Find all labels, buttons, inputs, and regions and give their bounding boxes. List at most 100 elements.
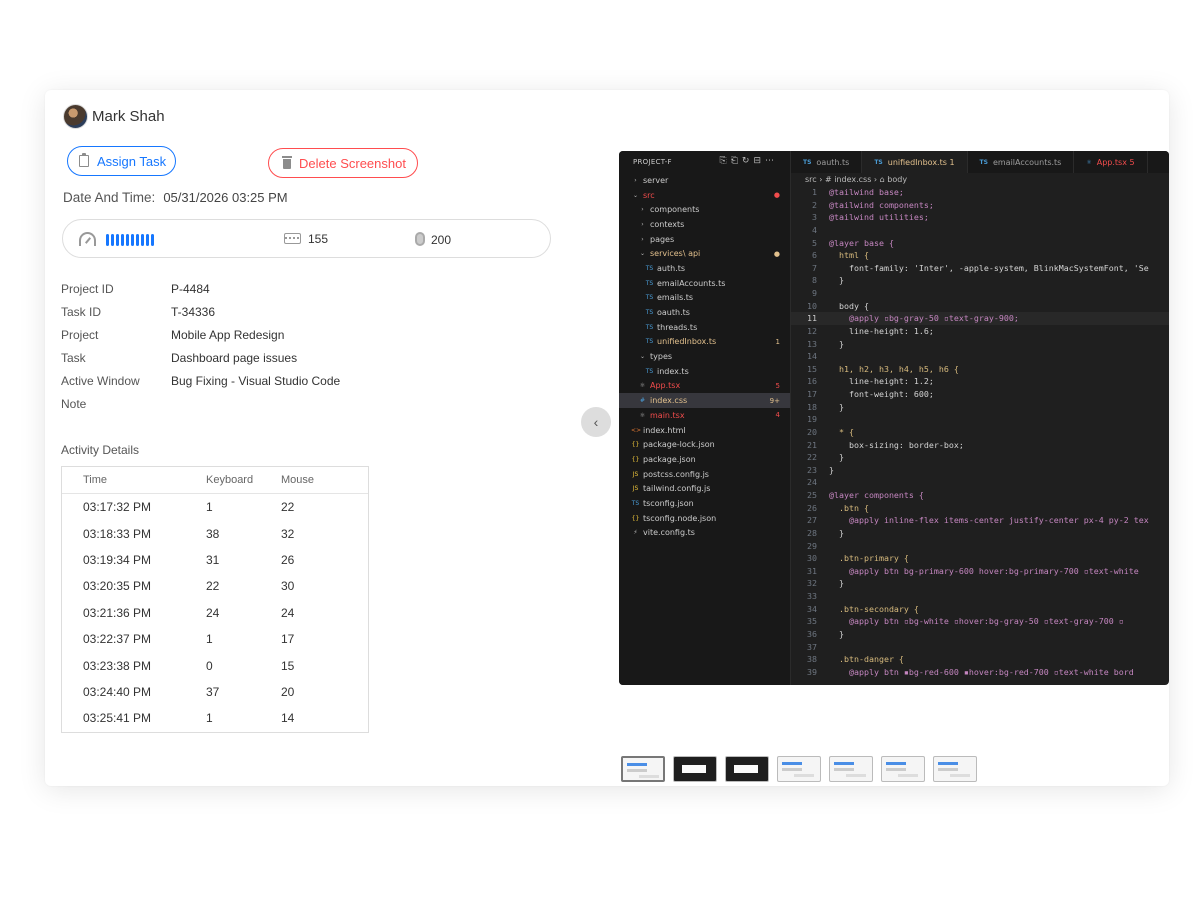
code-line: 19 [791,413,1169,426]
mouse-count: 200 [431,233,452,247]
activity-bar [136,234,139,246]
activity-bar [141,234,144,246]
line-number: 4 [812,224,817,235]
editor-tabs: TS oauth.ts TS unifiedInbox.ts 1 TS emailAcco… [791,151,1169,173]
code-line: 34 .btn-secondary { [791,603,1169,616]
screenshot-thumbnail[interactable] [725,756,769,782]
line-content: } [829,628,844,639]
table-row: 03:24:40 PM 37 20 [62,679,368,705]
line-content: line-height: 1.6; [829,325,934,336]
line-content: } [829,578,844,589]
line-number: 15 [807,363,817,374]
col-keyboard-header: Keyboard [206,474,254,486]
tree-label: server [643,175,669,185]
line-content: @tailwind components; [829,199,934,210]
line-content: @apply inline-flex items-center justify-… [829,515,1149,526]
tree-item: JS postcss.config.js [619,467,790,482]
cell-mouse: 24 [281,605,295,620]
file-icon: TS [645,367,654,375]
tree-item: JS tailwind.config.js [619,481,790,496]
code-line: 14 [791,350,1169,363]
activity-bar [131,234,134,246]
line-number: 8 [812,275,817,286]
line-number: 29 [807,540,817,551]
screenshot-details: Project ID P-4484 Task ID T-34336 Project Mob… [61,277,340,415]
tree-label: index.html [643,425,686,435]
file-icon: TS [645,323,654,331]
code-line: 11 @apply ▫bg-gray-50 ▫text-gray-900; [791,312,1169,325]
line-content: font-family: 'Inter', -apple-system, Bli… [829,262,1149,273]
activity-table-header: Time Keyboard Mouse [62,467,368,494]
cell-time: 03:25:41 PM [83,711,152,726]
line-number: 37 [807,641,817,652]
line-number: 23 [807,464,817,475]
cell-mouse: 15 [281,658,295,673]
tree-label: tailwind.config.js [643,484,711,494]
tree-label: App.tsx [650,381,681,391]
tree-item: ⌄ services\ api ● [619,246,790,261]
tree-label: index.css [650,396,688,406]
code-line: 38 .btn-danger { [791,653,1169,666]
tree-item: ⌄ src ● [619,188,790,203]
tree-label: services\ api [650,249,701,259]
tree-item: TS unifiedInbox.ts 1 [619,335,790,350]
tab-label: unifiedInbox.ts 1 [887,157,955,167]
tree-item: {} package-lock.json [619,437,790,452]
cell-time: 03:18:33 PM [83,526,152,541]
keyboard-count: 155 [308,232,329,246]
screenshot-thumbnail[interactable] [829,756,873,782]
screenshot-thumbnail[interactable] [777,756,821,782]
line-number: 39 [807,666,817,677]
tree-label: main.tsx [650,410,685,420]
previous-screenshot-button[interactable]: ‹ [581,407,611,437]
file-icon: › [634,176,637,184]
screenshot-thumbnail[interactable] [621,756,665,782]
code-line: 35 @apply btn ▫bg-white ▫hover:bg-gray-5… [791,615,1169,628]
line-number: 22 [807,452,817,463]
line-number: 25 [807,490,817,500]
line-content: @apply btn ▫bg-white ▫hover:bg-gray-50 ▫… [829,616,1124,627]
code-line: 21 box-sizing: border-box; [791,439,1169,452]
code-line: 31 @apply btn bg-primary-600 hover:bg-pr… [791,565,1169,578]
tree-item: ⌄ types [619,349,790,364]
tree-item: {} tsconfig.node.json [619,511,790,526]
line-content: } [829,527,844,538]
detail-key: Task ID [61,304,102,319]
line-content: h1, h2, h3, h4, h5, h6 { [829,363,959,374]
tree-badge: 9+ [769,396,780,405]
file-icon: TS [645,294,654,302]
activity-bar [111,234,114,246]
table-row: 03:25:41 PM 1 14 [62,705,368,731]
screenshot-thumbnail[interactable] [881,756,925,782]
code-line: 29 [791,540,1169,553]
delete-screenshot-button[interactable]: Delete Screenshot [268,148,418,178]
screenshot-thumbnail[interactable] [673,756,717,782]
detail-key: Project [61,327,99,342]
code-line: 22 } [791,451,1169,464]
detail-row: Task Dashboard page issues [61,346,340,369]
line-number: 35 [807,616,817,627]
detail-key: Active Window [61,373,140,388]
tree-item: TS emails.ts [619,291,790,306]
tree-label: types [650,352,673,362]
assign-task-label: Assign Task [97,153,167,169]
screenshot-thumbnail[interactable] [933,756,977,782]
file-icon: › [641,206,644,214]
tree-label: emailAccounts.ts [657,278,726,288]
file-icon: {} [631,441,640,449]
assign-task-button[interactable]: Assign Task [67,146,176,176]
code-line: 1 @tailwind base; [791,186,1169,199]
code-line: 26 .btn { [791,502,1169,515]
detail-key: Note [61,396,87,411]
line-number: 38 [807,654,817,665]
file-icon: › [641,235,644,243]
date-time: Date And Time: 05/31/2026 03:25 PM [63,190,288,205]
code-line: 4 [791,224,1169,237]
line-content: html { [829,250,869,261]
line-content: @apply ▫bg-gray-50 ▫text-gray-900; [829,313,1019,324]
table-row: 03:22:37 PM 1 17 [62,626,368,652]
detail-key: Project ID [61,281,114,296]
editor-tab: ⚛ App.tsx 5 [1074,151,1148,173]
tree-item: › pages [619,232,790,247]
cell-time: 03:21:36 PM [83,605,152,620]
